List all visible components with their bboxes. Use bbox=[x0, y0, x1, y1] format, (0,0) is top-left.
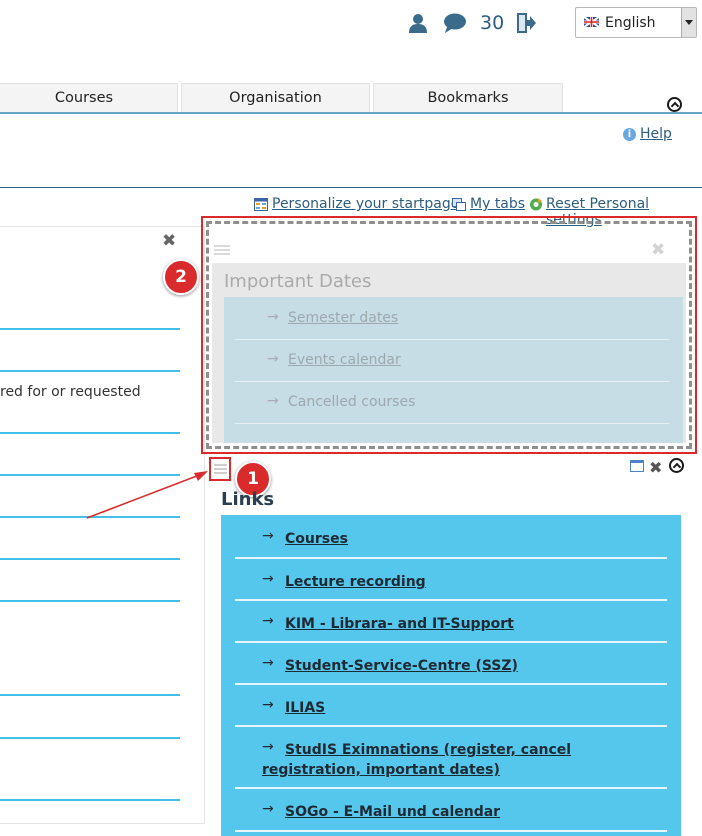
content-divider bbox=[0, 187, 702, 188]
collapse-nav-icon[interactable] bbox=[667, 97, 682, 112]
help-link[interactable]: i Help bbox=[623, 126, 672, 142]
arrow-right-icon: → bbox=[262, 801, 274, 817]
dragged-widget-title: Important Dates bbox=[224, 271, 372, 292]
arrow-right-icon: → bbox=[267, 309, 279, 325]
personalize-startpage-link[interactable]: Personalize your startpage bbox=[272, 196, 459, 212]
arrow-right-icon: → bbox=[262, 655, 274, 671]
link-ilias[interactable]: → ILIAS bbox=[235, 685, 667, 727]
left-widget bbox=[0, 226, 205, 824]
list-divider bbox=[0, 558, 180, 560]
link-courses[interactable]: → Courses bbox=[235, 516, 667, 559]
arrow-right-icon: → bbox=[262, 697, 274, 713]
my-tabs-link[interactable]: My tabs bbox=[470, 196, 525, 212]
link-lecture-recording[interactable]: → Lecture recording bbox=[235, 559, 667, 601]
arrow-right-icon: → bbox=[262, 613, 274, 629]
tab-bookmarks[interactable]: Bookmarks bbox=[373, 83, 563, 112]
list-divider bbox=[0, 370, 180, 372]
chevron-down-icon[interactable] bbox=[681, 8, 696, 37]
list-divider bbox=[0, 737, 180, 739]
list-divider bbox=[0, 600, 180, 602]
left-widget-text: red for or requested bbox=[0, 384, 141, 400]
uk-flag-icon bbox=[584, 17, 599, 27]
link-kim[interactable]: → KIM - Librara- and IT-Support bbox=[235, 601, 667, 643]
start-page-icon bbox=[254, 198, 268, 211]
arrow-right-icon: → bbox=[267, 393, 279, 409]
tab-organisation[interactable]: Organisation bbox=[181, 83, 370, 112]
arrow-right-icon: → bbox=[262, 528, 274, 544]
speech-bubble-icon[interactable] bbox=[443, 12, 467, 34]
list-item[interactable]: → Cancelled courses bbox=[235, 382, 669, 424]
annotation-badge-2: 2 bbox=[163, 259, 199, 295]
arrow-right-icon: → bbox=[262, 571, 274, 587]
collapse-icon[interactable] bbox=[669, 458, 684, 473]
list-divider bbox=[0, 799, 180, 801]
tabs-icon bbox=[452, 198, 466, 211]
reset-icon bbox=[530, 198, 542, 211]
window-icon[interactable] bbox=[630, 460, 644, 472]
tab-courses[interactable]: Courses bbox=[0, 83, 178, 112]
links-widget-title: Links bbox=[221, 489, 275, 510]
user-icon[interactable] bbox=[407, 12, 429, 34]
link-studis[interactable]: → StudIS Eximnations (register, cancel r… bbox=[235, 727, 667, 789]
list-divider bbox=[0, 328, 180, 330]
logout-icon[interactable] bbox=[515, 12, 537, 34]
unread-count[interactable]: 30 bbox=[480, 12, 504, 34]
close-icon[interactable]: ✖ bbox=[649, 459, 662, 476]
link-sogo[interactable]: → SOGo - E-Mail und calendar bbox=[235, 789, 667, 832]
list-divider bbox=[0, 432, 180, 434]
list-item[interactable]: → Events calendar bbox=[235, 340, 669, 382]
close-icon[interactable]: ✖ bbox=[162, 233, 176, 250]
link-ssz[interactable]: → Student-Service-Centre (SSZ) bbox=[235, 643, 667, 685]
language-label: English bbox=[605, 15, 656, 31]
arrow-right-icon: → bbox=[267, 351, 279, 367]
drag-handle-icon[interactable] bbox=[214, 245, 230, 257]
info-icon: i bbox=[623, 128, 636, 141]
close-icon[interactable]: ✖ bbox=[651, 242, 665, 259]
nav-divider bbox=[0, 112, 702, 114]
list-divider bbox=[0, 694, 180, 696]
list-item[interactable]: → Semester dates bbox=[235, 298, 669, 340]
annotation-arrow bbox=[86, 471, 208, 519]
language-select[interactable]: English bbox=[575, 7, 697, 38]
